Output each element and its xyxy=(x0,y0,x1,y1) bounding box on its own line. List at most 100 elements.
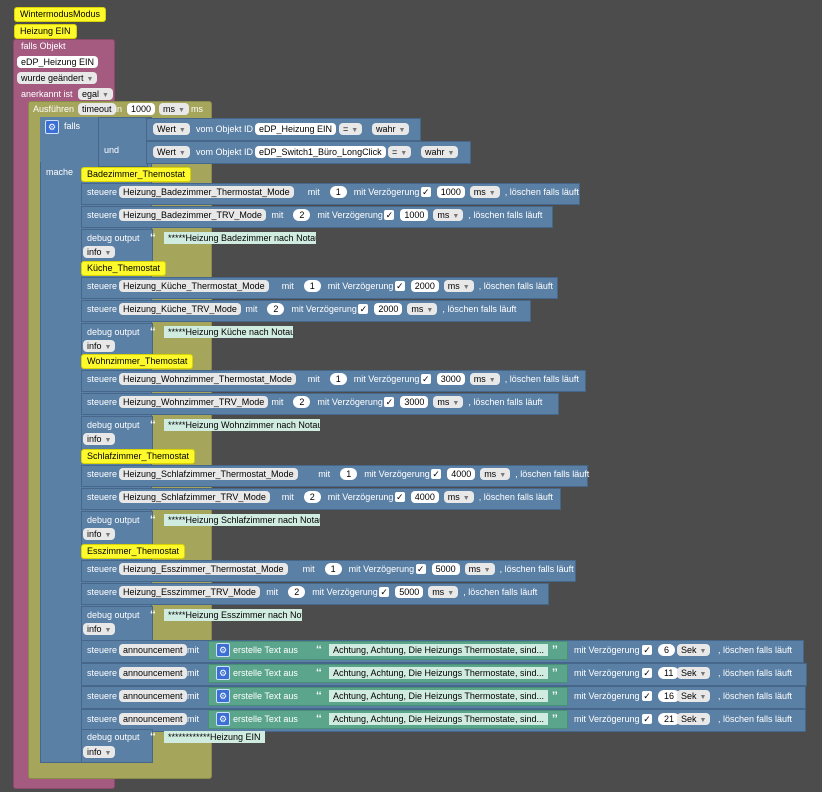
gear-icon[interactable]: ⚙ xyxy=(216,666,230,680)
trv-value[interactable]: 2 xyxy=(288,586,306,598)
delay-input[interactable]: 3000 xyxy=(400,396,429,408)
debug-level-dropdown[interactable]: info ▼ xyxy=(83,246,116,258)
timeout-var-dropdown[interactable]: timeout xyxy=(78,103,116,115)
delay-checkbox[interactable]: ✓ xyxy=(394,281,405,291)
debug-level-dropdown[interactable]: info ▼ xyxy=(83,623,116,635)
cond2-wert-dropdown[interactable]: Wert ▼ xyxy=(153,146,190,158)
trigger-changed-dropdown[interactable]: wurde geändert ▼ xyxy=(17,72,98,84)
debug-level-dropdown[interactable]: info ▼ xyxy=(83,340,116,352)
trigger-object-id[interactable]: eDP_Heizung EIN xyxy=(17,56,99,68)
announcement-target[interactable]: announcement xyxy=(119,713,187,725)
final-debug-level-dropdown[interactable]: info ▼ xyxy=(83,746,116,758)
delay-checkbox[interactable]: ✓ xyxy=(642,668,652,678)
cond2-operator-dropdown[interactable]: = ▼ xyxy=(388,146,412,158)
debug-text[interactable]: *****Heizung Küche nach Notaus wieder ei… xyxy=(164,326,293,338)
comment-1[interactable]: Badezimmer_Themostat xyxy=(81,167,192,182)
thermostat-target[interactable]: Heizung_Esszimmer_Thermostat_Mode xyxy=(119,563,288,575)
announcement-text[interactable]: Achtung, Achtung, Die Heizungs Thermosta… xyxy=(329,644,548,656)
timeout-unit-dropdown[interactable]: ms ▼ xyxy=(159,103,189,115)
delay-checkbox[interactable]: ✓ xyxy=(384,397,395,407)
comment-title[interactable]: WintermodusModus xyxy=(14,7,107,22)
delay-unit-dropdown[interactable]: ms ▼ xyxy=(480,468,511,480)
thermostat-target[interactable]: Heizung_Badezimmer_Thermostat_Mode xyxy=(119,186,294,198)
delay-checkbox[interactable]: ✓ xyxy=(415,564,426,574)
gear-icon[interactable]: ⚙ xyxy=(45,120,59,134)
delay-checkbox[interactable]: ✓ xyxy=(420,187,431,197)
thermostat-value[interactable]: 1 xyxy=(303,280,321,292)
announcement-target[interactable]: announcement xyxy=(119,690,187,702)
delay-unit-dropdown[interactable]: ms ▼ xyxy=(433,209,464,221)
announcement-text[interactable]: Achtung, Achtung, Die Heizungs Thermosta… xyxy=(329,690,548,702)
delay-checkbox[interactable]: ✓ xyxy=(358,304,369,314)
comment-subtitle[interactable]: Heizung EIN xyxy=(14,24,77,39)
comment-3[interactable]: Wohnzimmer_Themostat xyxy=(81,354,194,369)
cond1-object-id[interactable]: eDP_Heizung EIN xyxy=(255,123,337,135)
delay-unit-dropdown[interactable]: ms ▼ xyxy=(469,373,500,385)
delay-input[interactable]: 3000 xyxy=(436,373,465,385)
debug-text[interactable]: *****Heizung Schlafzimmer nach Notaus wi… xyxy=(164,514,320,526)
cond1-value-dropdown[interactable]: wahr ▼ xyxy=(372,123,410,135)
delay-checkbox[interactable]: ✓ xyxy=(394,492,405,502)
cond1-wert-dropdown[interactable]: Wert ▼ xyxy=(153,123,190,135)
announcement-text[interactable]: Achtung, Achtung, Die Heizungs Thermosta… xyxy=(329,713,548,725)
debug-level-dropdown[interactable]: info ▼ xyxy=(83,433,116,445)
delay-checkbox[interactable]: ✓ xyxy=(379,587,390,597)
delay-checkbox[interactable]: ✓ xyxy=(642,645,652,655)
delay-unit-dropdown[interactable]: ms ▼ xyxy=(428,586,459,598)
trv-value[interactable]: 2 xyxy=(293,396,311,408)
announcement-target[interactable]: announcement xyxy=(119,667,187,679)
thermostat-target[interactable]: Heizung_Küche_Thermostat_Mode xyxy=(119,280,269,292)
announcement-text[interactable]: Achtung, Achtung, Die Heizungs Thermosta… xyxy=(329,667,548,679)
trv-target[interactable]: Heizung_Esszimmer_TRV_Mode xyxy=(119,586,260,598)
thermostat-target[interactable]: Heizung_Schlafzimmer_Thermostat_Mode xyxy=(119,468,298,480)
delay-unit-dropdown[interactable]: ms ▼ xyxy=(443,491,474,503)
timeout-value-input[interactable]: 1000 xyxy=(127,103,156,115)
announcement-unit-dropdown[interactable]: Sek ▼ xyxy=(677,690,711,702)
delay-unit-dropdown[interactable]: ms ▼ xyxy=(469,186,500,198)
thermostat-value[interactable]: 1 xyxy=(329,186,347,198)
delay-input[interactable]: 1000 xyxy=(400,209,429,221)
delay-input[interactable]: 4000 xyxy=(410,491,439,503)
gear-icon[interactable]: ⚙ xyxy=(216,643,230,657)
gear-icon[interactable]: ⚙ xyxy=(216,712,230,726)
debug-level-dropdown[interactable]: info ▼ xyxy=(83,528,116,540)
comment-2[interactable]: Küche_Themostat xyxy=(81,261,167,276)
thermostat-value[interactable]: 1 xyxy=(324,563,342,575)
and-block[interactable] xyxy=(98,117,148,167)
cond2-object-id[interactable]: eDP_Switch1_Büro_LongClick xyxy=(255,146,386,158)
announcement-target[interactable]: announcement xyxy=(119,644,187,656)
delay-checkbox[interactable]: ✓ xyxy=(642,691,652,701)
trv-value[interactable]: 2 xyxy=(267,303,285,315)
trv-value[interactable]: 2 xyxy=(293,209,311,221)
comment-5[interactable]: Esszimmer_Themostat xyxy=(81,544,186,559)
trv-target[interactable]: Heizung_Schlafzimmer_TRV_Mode xyxy=(119,491,270,503)
delay-checkbox[interactable]: ✓ xyxy=(384,210,395,220)
delay-unit-dropdown[interactable]: ms ▼ xyxy=(433,396,464,408)
gear-icon[interactable]: ⚙ xyxy=(216,689,230,703)
trv-value[interactable]: 2 xyxy=(303,491,321,503)
debug-text[interactable]: *****Heizung Esszimmer nach Notaus wiede… xyxy=(164,609,302,621)
trigger-anerkannt-dropdown[interactable]: egal ▼ xyxy=(78,88,113,100)
trv-target[interactable]: Heizung_Wohnzimmer_TRV_Mode xyxy=(119,396,269,408)
delay-unit-dropdown[interactable]: ms ▼ xyxy=(464,563,495,575)
cond2-value-dropdown[interactable]: wahr ▼ xyxy=(421,146,459,158)
announcement-unit-dropdown[interactable]: Sek ▼ xyxy=(677,713,711,725)
delay-input[interactable]: 5000 xyxy=(431,563,460,575)
announcement-unit-dropdown[interactable]: Sek ▼ xyxy=(677,644,711,656)
delay-input[interactable]: 4000 xyxy=(447,468,476,480)
announcement-delay[interactable]: 6 xyxy=(658,644,676,656)
announcement-unit-dropdown[interactable]: Sek ▼ xyxy=(677,667,711,679)
delay-checkbox[interactable]: ✓ xyxy=(642,714,652,724)
final-debug-text[interactable]: ************Heizung EIN xyxy=(164,731,265,743)
trv-target[interactable]: Heizung_Badezimmer_TRV_Mode xyxy=(119,209,266,221)
cond1-operator-dropdown[interactable]: = ▼ xyxy=(339,123,363,135)
trv-target[interactable]: Heizung_Küche_TRV_Mode xyxy=(119,303,241,315)
thermostat-target[interactable]: Heizung_Wohnzimmer_Thermostat_Mode xyxy=(119,373,296,385)
delay-unit-dropdown[interactable]: ms ▼ xyxy=(407,303,438,315)
delay-checkbox[interactable]: ✓ xyxy=(420,374,431,384)
debug-text[interactable]: *****Heizung Badezimmer nach Notaus wied… xyxy=(164,232,316,244)
delay-input[interactable]: 2000 xyxy=(374,303,403,315)
delay-input[interactable]: 5000 xyxy=(395,586,424,598)
thermostat-value[interactable]: 1 xyxy=(329,373,347,385)
delay-input[interactable]: 1000 xyxy=(436,186,465,198)
